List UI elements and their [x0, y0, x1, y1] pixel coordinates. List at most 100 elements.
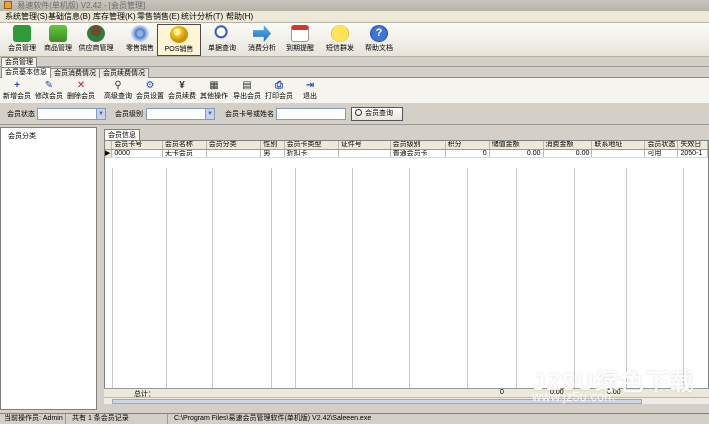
member-renew-button[interactable]: ¥ 会员续费 — [168, 80, 196, 102]
export-member-button[interactable]: ▤ 导出会员 — [233, 80, 261, 102]
column-header[interactable]: 会员卡号 — [111, 141, 163, 150]
main-toolbar: 会员管理 商品管理 供应商管理 零售销售 POS销售 单据查询 消费分析 到期提… — [0, 23, 709, 57]
menu-bar: 系统管理(S) 基础信息(B) 库存管理(K) 零售销售(E) 统计分析(T) … — [0, 11, 709, 23]
member-icon — [13, 25, 31, 42]
binoculars-icon: ⚲ — [114, 80, 122, 91]
member-query-button[interactable]: 会员查询 — [351, 107, 403, 121]
delete-member-button[interactable]: ✕ 删除会员 — [67, 80, 95, 102]
menu-system[interactable]: 系统管理(S) — [5, 11, 48, 23]
column-header[interactable]: 性别 — [260, 141, 285, 150]
column-header[interactable]: 会员级别 — [390, 141, 446, 150]
exit-icon: ⇥ — [305, 80, 315, 91]
toolbar-sms-label: 短信群发 — [326, 45, 354, 52]
sub-tab-strip: 会员基本信息 会员消费情况 会员续费情况 — [0, 67, 709, 78]
column-header[interactable]: 消费金额 — [543, 141, 593, 150]
table-cell[interactable]: 可用 — [644, 149, 679, 158]
tab-member-management[interactable]: 会员管理 — [1, 57, 37, 67]
table-cell[interactable]: 0.00 — [543, 149, 593, 158]
table-cell[interactable]: 0000 — [111, 149, 163, 158]
tab-member-consumption[interactable]: 会员消费情况 — [50, 68, 100, 78]
toolbar-pos-button[interactable]: POS销售 — [157, 24, 201, 56]
table-cell[interactable]: 折扣卡 — [284, 149, 339, 158]
tab-member-renewal[interactable]: 会员续费情况 — [99, 68, 149, 78]
toolbar-supplier-label: 供应商管理 — [78, 45, 114, 52]
member-settings-label: 会员设置 — [136, 93, 164, 100]
member-status-select[interactable]: ▼ — [37, 108, 106, 120]
table-cell[interactable]: 普通会员卡 — [390, 149, 446, 158]
menu-inventory[interactable]: 库存管理(K) — [93, 11, 136, 23]
table-cell[interactable] — [591, 149, 646, 158]
menu-retail[interactable]: 零售销售(E) — [137, 11, 180, 23]
table-cell[interactable] — [338, 149, 391, 158]
export-icon: ▤ — [242, 80, 252, 91]
toolbar-doc-search-label: 单据查询 — [208, 45, 236, 52]
tab-member-info[interactable]: 会员信息 — [104, 129, 140, 140]
toolbar-sms-button[interactable]: 短信群发 — [318, 24, 362, 56]
goods-icon — [49, 25, 67, 42]
toolbar-expiry-label: 到期提醒 — [286, 45, 314, 52]
member-settings-button[interactable]: ⚙ 会员设置 — [136, 80, 164, 102]
column-header[interactable]: 会员分类 — [206, 141, 262, 150]
delete-member-label: 删除会员 — [67, 93, 95, 100]
column-header[interactable]: 失效日 — [677, 141, 708, 150]
calendar-icon — [291, 25, 309, 42]
toolbar-expiry-button[interactable]: 到期提醒 — [278, 24, 322, 56]
column-header[interactable]: 联系地址 — [591, 141, 646, 150]
toolbar-retail-button[interactable]: 零售销售 — [118, 24, 162, 56]
member-query-label: 会员查询 — [365, 110, 393, 117]
add-member-button[interactable]: + 新增会员 — [3, 80, 31, 102]
column-header[interactable]: 积分 — [445, 141, 490, 150]
column-header[interactable]: 会员卡类型 — [284, 141, 339, 150]
row-marker-header — [105, 141, 113, 150]
title-bar: 易速软件(单机版) V2.42 - [会员管理] — [0, 0, 709, 11]
exit-button[interactable]: ⇥ 退出 — [303, 80, 317, 102]
other-operations-label: 其他操作 — [200, 93, 228, 100]
table-row[interactable]: ▶ 0000 无卡会员 男 折扣卡 普通会员卡 0 0.00 0.00 可用 2… — [105, 149, 708, 158]
tree-node-member-category[interactable]: 会员分类 — [8, 131, 36, 141]
toolbar-supplier-button[interactable]: 供应商管理 — [74, 24, 118, 56]
keyword-label: 会员卡号或姓名 — [225, 111, 274, 118]
menu-help[interactable]: 帮助(H) — [226, 11, 253, 23]
print-member-button[interactable]: ⎙ 打印会员 — [265, 80, 293, 102]
chevron-down-icon[interactable]: ▼ — [205, 109, 214, 119]
other-operations-button[interactable]: ▦ 其他操作 — [200, 80, 228, 102]
column-header[interactable]: 证件号 — [338, 141, 391, 150]
print-member-label: 打印会员 — [265, 93, 293, 100]
plus-icon: + — [14, 80, 20, 91]
table-cell[interactable]: 无卡会员 — [162, 149, 207, 158]
horizontal-scrollbar[interactable] — [104, 397, 709, 404]
table-cell[interactable]: 男 — [260, 149, 285, 158]
status-bar: 当前操作员: Admin 共有 1 条会员记录 C:\Program Files… — [0, 413, 709, 424]
menu-statistics[interactable]: 统计分析(T) — [181, 11, 223, 23]
export-member-label: 导出会员 — [233, 93, 261, 100]
table-cell[interactable]: 0 — [445, 149, 490, 158]
help-icon: ? — [370, 25, 388, 42]
table-cell[interactable]: 0.00 — [489, 149, 544, 158]
column-header[interactable]: 会员状态 — [644, 141, 679, 150]
member-level-select[interactable]: ▼ — [146, 108, 215, 120]
edit-member-button[interactable]: ✎ 修改会员 — [35, 80, 63, 102]
chevron-down-icon[interactable]: ▼ — [96, 109, 105, 119]
tab-member-basic-info[interactable]: 会员基本信息 — [1, 67, 51, 78]
toolbar-retail-label: 零售销售 — [126, 45, 154, 52]
printer-icon: ⎙ — [275, 80, 283, 91]
add-member-label: 新增会员 — [3, 93, 31, 100]
menu-basic-info[interactable]: 基础信息(B) — [48, 11, 91, 23]
member-category-tree[interactable]: 会员分类 — [0, 127, 97, 410]
column-header[interactable]: 储值金额 — [489, 141, 544, 150]
supplier-icon — [87, 25, 105, 42]
toolbar-doc-search-button[interactable]: 单据查询 — [200, 24, 244, 56]
table-cell[interactable] — [206, 149, 262, 158]
column-header[interactable]: 会员名称 — [162, 141, 207, 150]
doc-search-icon — [213, 25, 231, 42]
toolbar-member-label: 会员管理 — [8, 45, 36, 52]
filter-bar: 会员状态 ▼ 会员级别 ▼ 会员卡号或姓名 会员查询 — [0, 103, 709, 125]
row-pointer-icon: ▶ — [105, 149, 113, 158]
toolbar-help-label: 帮助文档 — [365, 45, 393, 52]
member-table: 会员卡号 会员名称 会员分类 性别 会员卡类型 证件号 会员级别 积分 储值金额… — [105, 141, 708, 158]
keyword-input[interactable] — [276, 108, 346, 120]
toolbar-help-button[interactable]: ? 帮助文档 — [357, 24, 401, 56]
toolbar-pos-label: POS销售 — [164, 46, 194, 53]
table-cell[interactable]: 2050-1 — [677, 149, 708, 158]
advanced-query-button[interactable]: ⚲ 高级查询 — [104, 80, 132, 102]
